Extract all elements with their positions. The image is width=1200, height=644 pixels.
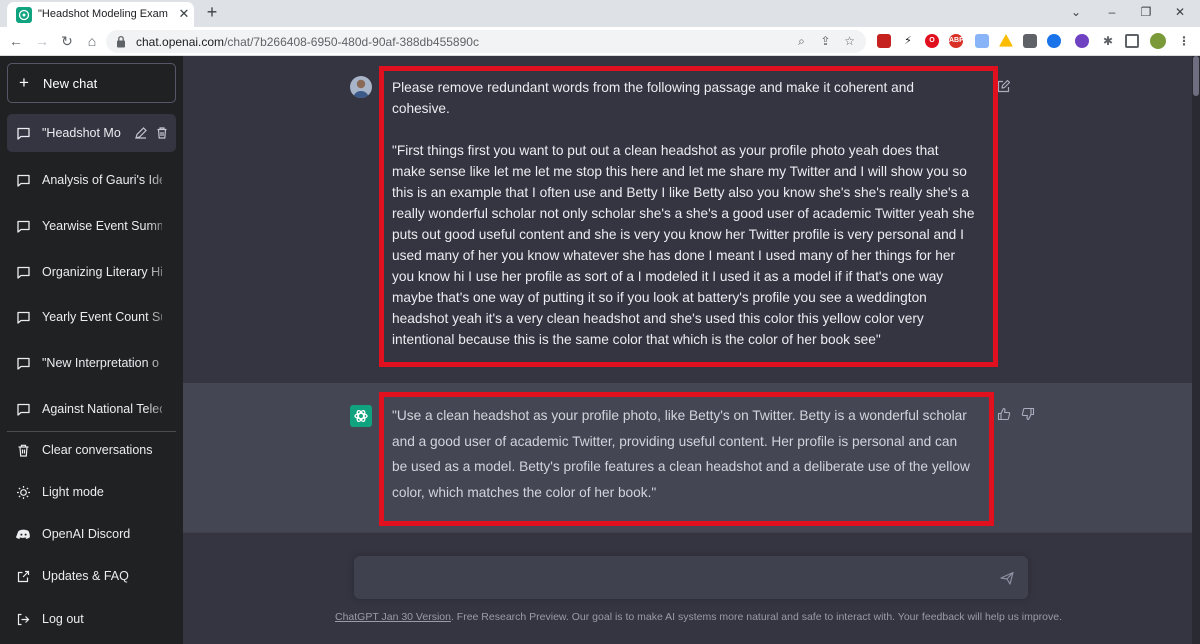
log-out-icon bbox=[17, 613, 30, 626]
extension-doc-icon[interactable] bbox=[975, 34, 989, 48]
conversation-item[interactable]: "New Interpretation o bbox=[7, 344, 176, 382]
new-chat-label: New chat bbox=[43, 76, 98, 91]
back-arrow-icon[interactable]: ← bbox=[8, 33, 24, 49]
conversation-title: Against National Telec bbox=[42, 402, 162, 416]
chat-bubble-icon bbox=[17, 311, 30, 324]
url-host: chat.openai.com bbox=[136, 35, 225, 49]
response-highlight-box bbox=[379, 392, 994, 526]
discord-icon bbox=[16, 529, 30, 539]
conversation-title: "Headshot Mo bbox=[42, 126, 121, 140]
home-icon[interactable]: ⌂ bbox=[84, 33, 100, 49]
minimize-button[interactable]: – bbox=[1104, 4, 1120, 20]
conversation-title: Yearly Event Count Su bbox=[42, 310, 162, 324]
conversation-title: "New Interpretation o bbox=[42, 356, 159, 370]
tab-title: "Headshot Modeling Example" bbox=[38, 8, 168, 20]
browser-tab-strip: "Headshot Modeling Example" ✕ + ⌄ – ❐ ✕ bbox=[0, 0, 1200, 27]
chat-bubble-icon bbox=[17, 266, 30, 279]
title-fade bbox=[146, 390, 176, 428]
chatgpt-favicon-icon bbox=[16, 7, 32, 23]
version-link[interactable]: ChatGPT Jan 30 Version bbox=[335, 611, 451, 623]
url-path: /chat/7b266408-6950-480d-90af-388db45589… bbox=[224, 35, 479, 49]
extension-media-icon[interactable] bbox=[1023, 34, 1037, 48]
browser-menu-icon[interactable]: ⋮ bbox=[1177, 34, 1191, 48]
footer-disclaimer: ChatGPT Jan 30 Version. Free Research Pr… bbox=[335, 611, 1062, 623]
send-icon[interactable] bbox=[1000, 571, 1014, 585]
extension-blue-icon[interactable] bbox=[1047, 34, 1061, 48]
user-avatar bbox=[350, 76, 372, 98]
clear-conversations-label: Clear conversations bbox=[42, 443, 153, 457]
conversation-title: Yearwise Event Summ bbox=[42, 219, 162, 233]
zoom-icon[interactable]: ⌕ bbox=[794, 34, 809, 49]
address-bar[interactable]: chat.openai.com/chat/7b266408-6950-480d-… bbox=[106, 30, 866, 53]
bookmark-star-icon[interactable]: ☆ bbox=[842, 34, 857, 49]
thumbs-down-icon[interactable] bbox=[1021, 407, 1035, 421]
discord-link[interactable]: OpenAI Discord bbox=[7, 515, 176, 553]
external-link-icon bbox=[17, 570, 30, 583]
title-fade bbox=[146, 207, 176, 245]
updates-faq-link[interactable]: Updates & FAQ bbox=[7, 557, 176, 595]
log-out-label: Log out bbox=[42, 612, 84, 626]
forward-arrow-icon[interactable]: → bbox=[34, 33, 50, 49]
conversation-title: Organizing Literary Hi bbox=[42, 265, 162, 279]
prompt-input[interactable] bbox=[366, 568, 986, 588]
trash-icon bbox=[18, 444, 29, 457]
scrollbar-thumb[interactable] bbox=[1193, 56, 1199, 96]
prompt-input-box[interactable] bbox=[354, 556, 1028, 599]
discord-label: OpenAI Discord bbox=[42, 527, 131, 541]
updates-faq-label: Updates & FAQ bbox=[42, 569, 129, 583]
extension-purple-icon[interactable] bbox=[1075, 34, 1089, 48]
title-fade bbox=[146, 344, 176, 382]
window-close-button[interactable]: ✕ bbox=[1172, 4, 1188, 20]
reload-icon[interactable]: ↻ bbox=[59, 33, 75, 49]
share-icon[interactable]: ⇪ bbox=[818, 34, 833, 49]
new-chat-button[interactable]: + New chat bbox=[7, 63, 176, 103]
conversation-item[interactable]: Organizing Literary Hi bbox=[7, 253, 176, 291]
clear-conversations-button[interactable]: Clear conversations bbox=[7, 431, 176, 469]
thumbs-up-icon[interactable] bbox=[997, 407, 1011, 421]
extension-abp-icon[interactable]: ABP bbox=[949, 34, 964, 48]
chat-bubble-icon bbox=[17, 127, 30, 140]
chatgpt-avatar-icon bbox=[350, 405, 372, 427]
chat-bubble-icon bbox=[17, 357, 30, 370]
conversation-item-active[interactable]: "Headshot Mo bbox=[7, 114, 176, 152]
extension-bolt-icon[interactable]: ⚡ bbox=[901, 34, 915, 48]
extensions-puzzle-icon[interactable]: ✱ bbox=[1101, 34, 1115, 48]
sun-icon bbox=[17, 486, 30, 499]
tab-close-icon[interactable]: ✕ bbox=[176, 6, 192, 22]
restore-button[interactable]: ❐ bbox=[1138, 4, 1154, 20]
browser-toolbar: ← → ↻ ⌂ chat.openai.com/chat/7b266408-69… bbox=[0, 27, 1200, 56]
chat-bubble-icon bbox=[17, 403, 30, 416]
conversation-item[interactable]: Yearly Event Count Su bbox=[7, 298, 176, 336]
conversation-title: Analysis of Gauri's Ide bbox=[42, 173, 162, 187]
title-fade bbox=[146, 298, 176, 336]
conversation-item[interactable]: Against National Telec bbox=[7, 390, 176, 428]
light-mode-label: Light mode bbox=[42, 485, 104, 499]
title-fade bbox=[146, 253, 176, 291]
plus-icon: + bbox=[19, 73, 29, 92]
footer-text: . Free Research Preview. Our goal is to … bbox=[450, 611, 1063, 623]
chat-bubble-icon bbox=[17, 174, 30, 187]
user-message-highlight-box bbox=[379, 66, 998, 367]
side-panel-icon[interactable] bbox=[1125, 34, 1139, 48]
lock-icon bbox=[117, 35, 125, 48]
browser-tab[interactable]: "Headshot Modeling Example" ✕ bbox=[7, 2, 194, 27]
conversation-item[interactable]: Analysis of Gauri's Ide bbox=[7, 161, 176, 199]
trash-icon[interactable] bbox=[155, 126, 169, 140]
chat-bubble-icon bbox=[17, 220, 30, 233]
url-text: chat.openai.com/chat/7b266408-6950-480d-… bbox=[136, 35, 479, 49]
light-mode-button[interactable]: Light mode bbox=[7, 473, 176, 511]
log-out-button[interactable]: Log out bbox=[7, 600, 176, 638]
title-fade bbox=[146, 161, 176, 199]
profile-avatar[interactable] bbox=[1150, 33, 1166, 49]
new-tab-button[interactable]: + bbox=[203, 3, 221, 21]
extension-opera-icon[interactable]: O bbox=[925, 34, 939, 48]
tab-search-icon[interactable]: ⌄ bbox=[1068, 4, 1084, 20]
scrollbar[interactable] bbox=[1192, 56, 1200, 644]
extension-red-icon[interactable] bbox=[877, 34, 891, 48]
edit-message-icon[interactable] bbox=[996, 79, 1011, 94]
sidebar: + New chat "Headshot Mo Analysis of Gaur… bbox=[0, 56, 183, 644]
conversation-item[interactable]: Yearwise Event Summ bbox=[7, 207, 176, 245]
edit-pencil-icon[interactable] bbox=[134, 126, 148, 140]
